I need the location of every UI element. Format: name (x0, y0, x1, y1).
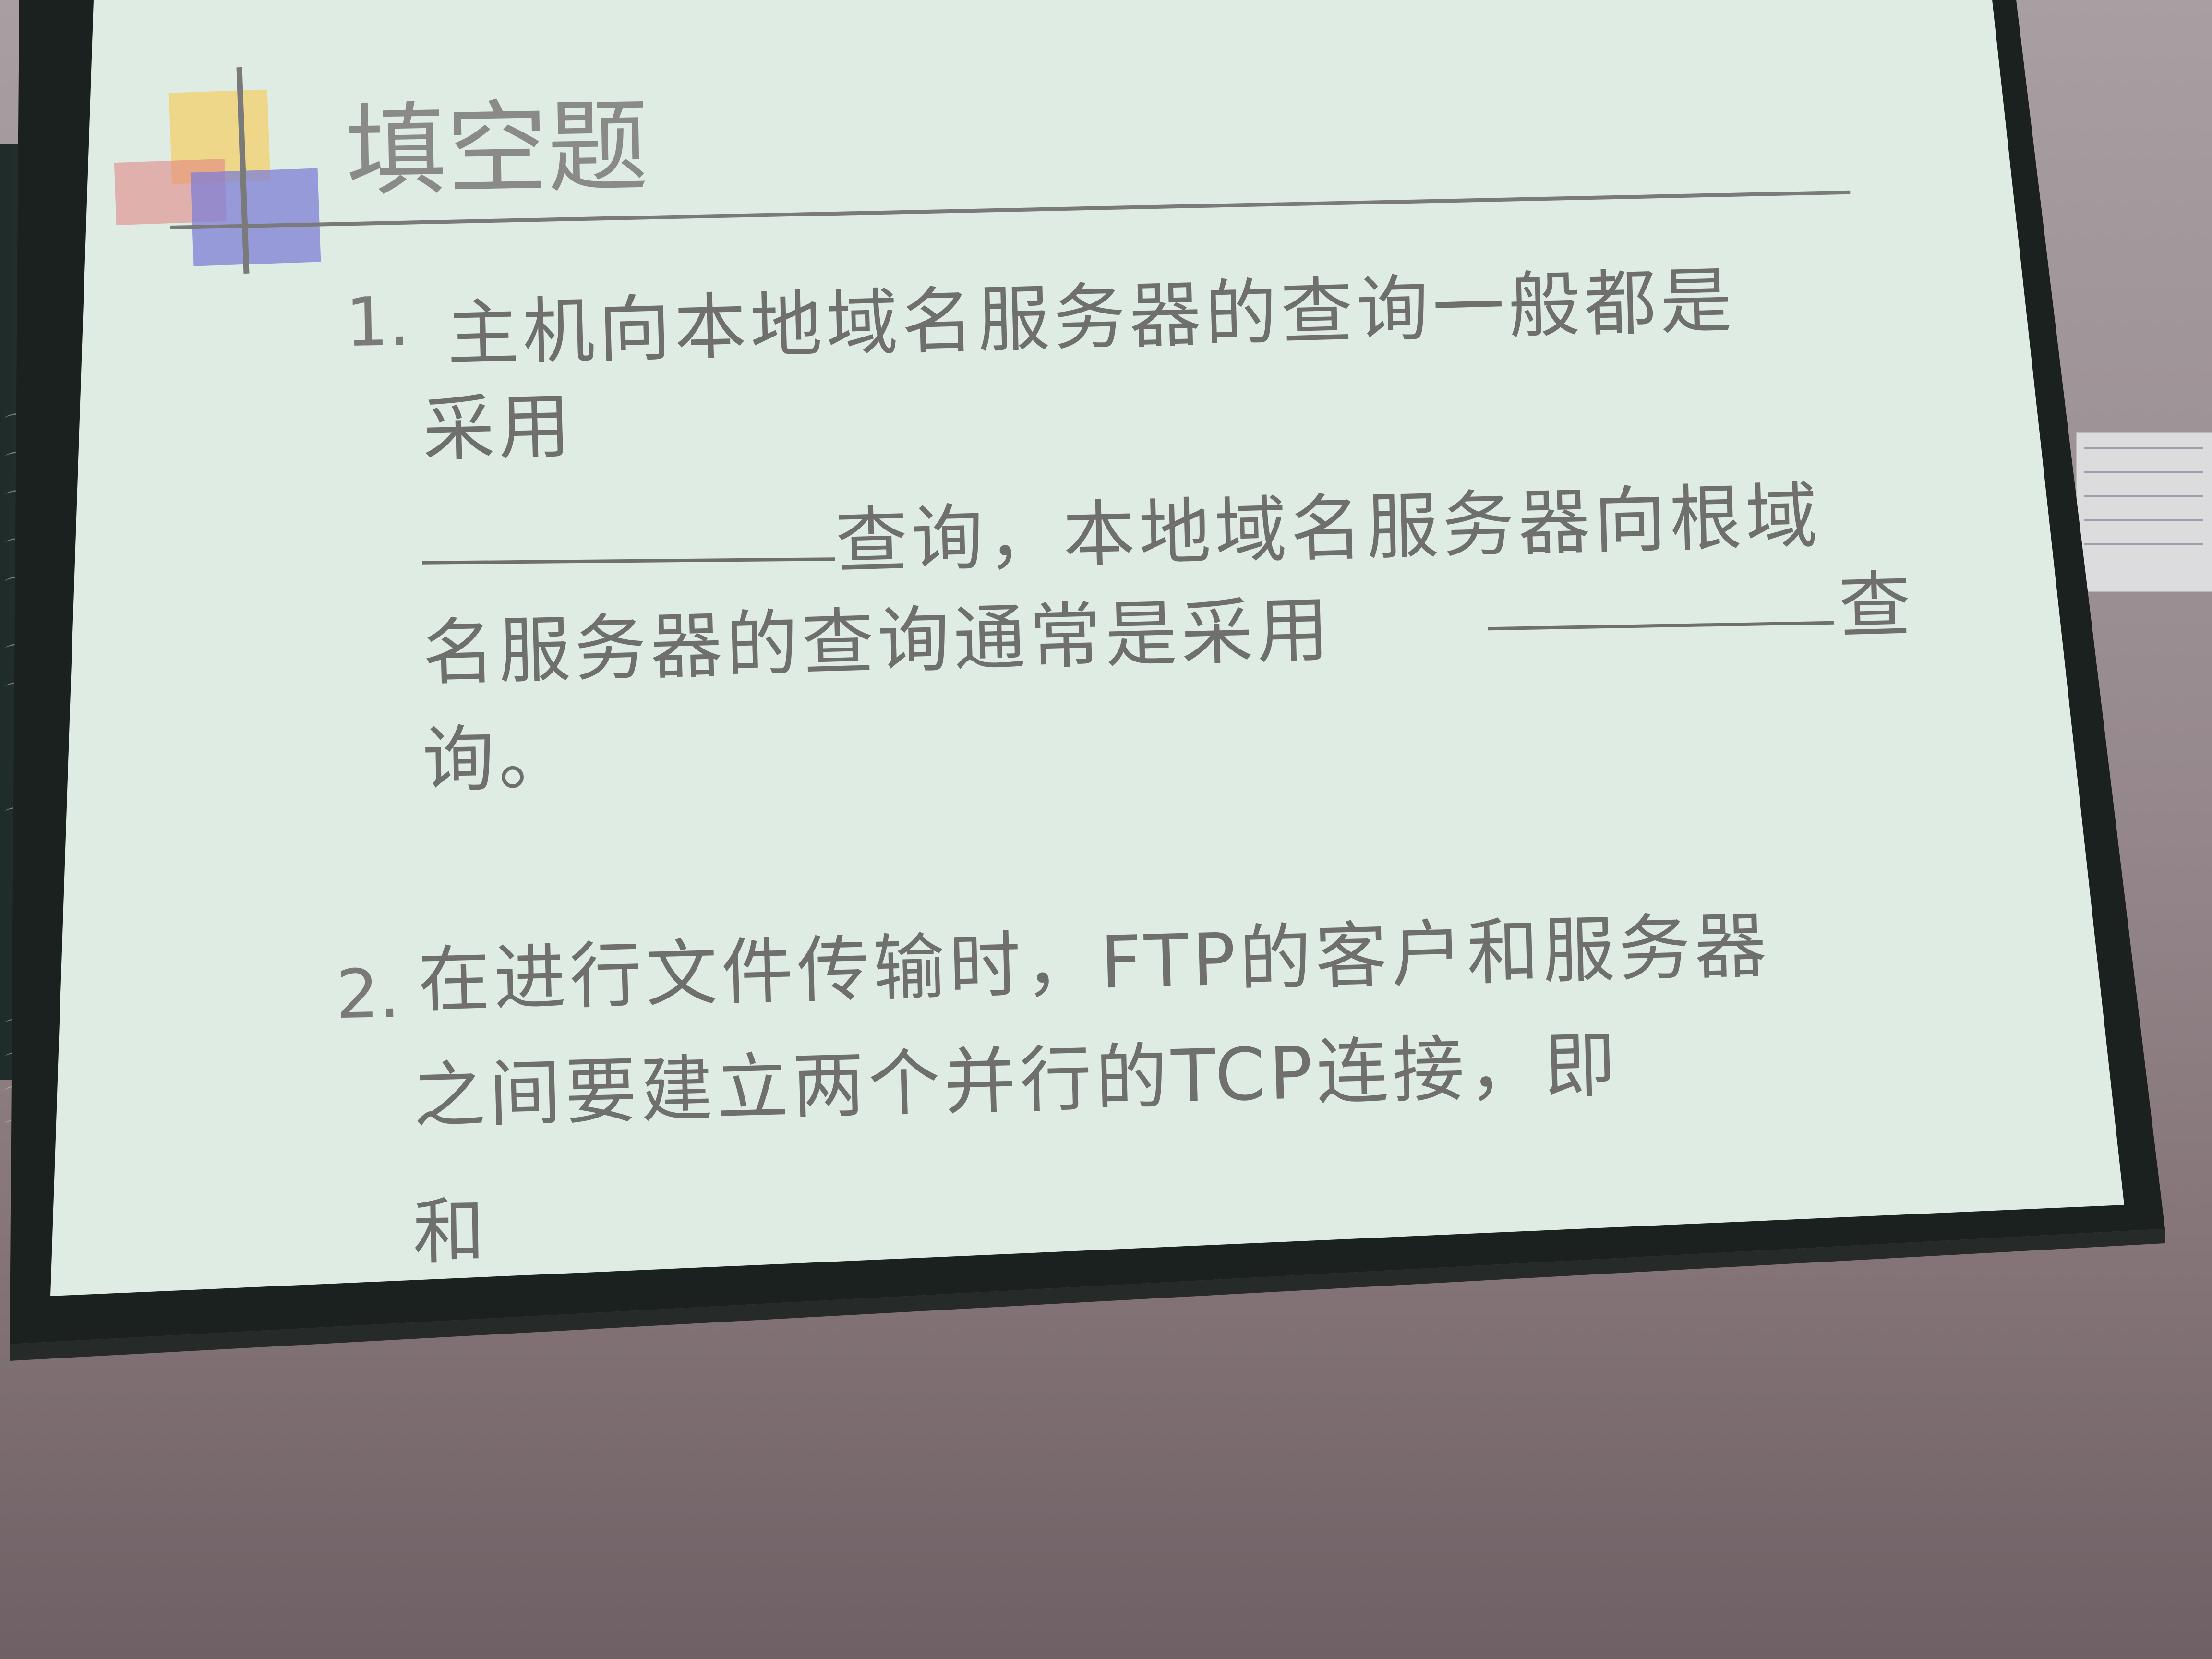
q1-number: 1. (345, 282, 410, 362)
deco-blue-square (190, 168, 321, 266)
q1-blank-2 (1488, 621, 1834, 631)
q1-line-1: 主机向本地域名服务器的查询一般都是 (445, 259, 1737, 377)
q1-line-2: 采用 (421, 384, 576, 472)
q2-line-3: 和 (412, 1190, 490, 1275)
slide: 填空题 1. 主机向本地域名服务器的查询一般都是 采用 查询，本地域名服务器向根… (0, 0, 2212, 1659)
q2-line-1: 在进行文件传输时，FTP的客户和服务器 (417, 904, 1771, 1023)
q1-line-4: 名服务器的查询通常是采用 (421, 588, 1334, 696)
q2-line-2: 之间要建立两个并行的TCP连接，即 (412, 1023, 1621, 1139)
q1-line-3: 查询，本地域名服务器向根域 (834, 474, 1823, 584)
q2-number: 2. (335, 954, 401, 1034)
q1-blank-1 (422, 557, 836, 565)
q1-line-5: 询。 (421, 716, 575, 803)
slide-title: 填空题 (345, 87, 649, 211)
q1-line-4-end: 查 (1838, 563, 1916, 649)
